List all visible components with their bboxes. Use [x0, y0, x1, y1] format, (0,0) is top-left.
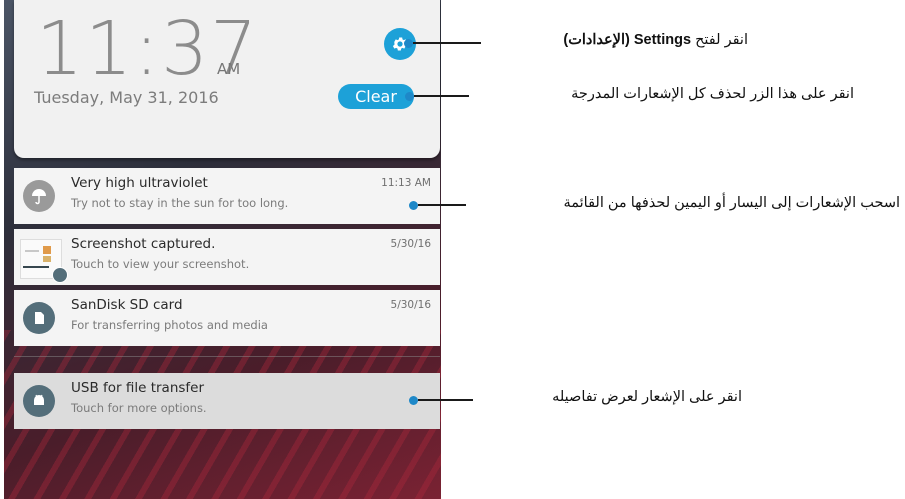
pointer-line-details — [418, 399, 473, 401]
notification-screenshot[interactable]: Screenshot captured. Touch to view your … — [14, 229, 440, 285]
notification-time: 11:13 AM — [381, 177, 431, 189]
sd-card-icon — [23, 302, 55, 334]
notification-sd-card[interactable]: SanDisk SD card For transferring photos … — [14, 290, 440, 346]
notification-title: USB for file transfer — [71, 380, 205, 396]
notification-title: SanDisk SD card — [71, 297, 183, 313]
phone-screen: 11:37 AM Tuesday, May 31, 2016 Clear Ver… — [4, 0, 441, 499]
callout-details: انقر على الإشعار لعرض تفاصيله — [552, 389, 742, 405]
notification-title: Screenshot captured. — [71, 236, 216, 252]
notification-time: 5/30/16 — [390, 238, 431, 250]
callout-swipe: اسحب الإشعارات إلى اليسار أو اليمين لحذف… — [563, 195, 900, 211]
notification-text: Touch to view your screenshot. — [71, 257, 250, 271]
pointer-line-swipe — [418, 204, 466, 206]
android-icon — [23, 385, 55, 417]
pointer-dot-clear — [405, 92, 414, 101]
clear-all-button[interactable]: Clear — [338, 84, 414, 109]
callout-clear: انقر على هذا الزر لحذف كل الإشعارات المد… — [571, 86, 854, 102]
pointer-dot-settings — [404, 39, 413, 48]
quick-settings-shade: 11:37 AM Tuesday, May 31, 2016 Clear — [14, 0, 440, 158]
notification-title: Very high ultraviolet — [71, 175, 208, 191]
notification-text: Touch for more options. — [71, 401, 207, 415]
screenshot-icon — [52, 267, 68, 283]
notification-usb[interactable]: USB for file transfer Touch for more opt… — [14, 373, 440, 429]
notification-text: Try not to stay in the sun for too long. — [71, 196, 289, 210]
divider — [14, 356, 440, 357]
pointer-line-settings — [413, 42, 481, 44]
callout-settings-bold: Settings (الإعدادات) — [563, 32, 692, 48]
notification-ultraviolet[interactable]: Very high ultraviolet Try not to stay in… — [14, 168, 440, 224]
pointer-dot-details — [409, 396, 418, 405]
callout-settings: انقر لفتح Settings (الإعدادات) — [486, 32, 748, 48]
callout-settings-prefix: انقر لفتح — [691, 32, 748, 48]
umbrella-icon — [23, 180, 55, 212]
notification-text: For transferring photos and media — [71, 318, 268, 332]
notification-time: 5/30/16 — [390, 299, 431, 311]
clock-time: 11:37 — [36, 6, 260, 92]
pointer-dot-swipe — [409, 201, 418, 210]
clock-date: Tuesday, May 31, 2016 — [34, 88, 219, 107]
clock-ampm: AM — [217, 60, 241, 78]
pointer-line-clear — [414, 95, 469, 97]
